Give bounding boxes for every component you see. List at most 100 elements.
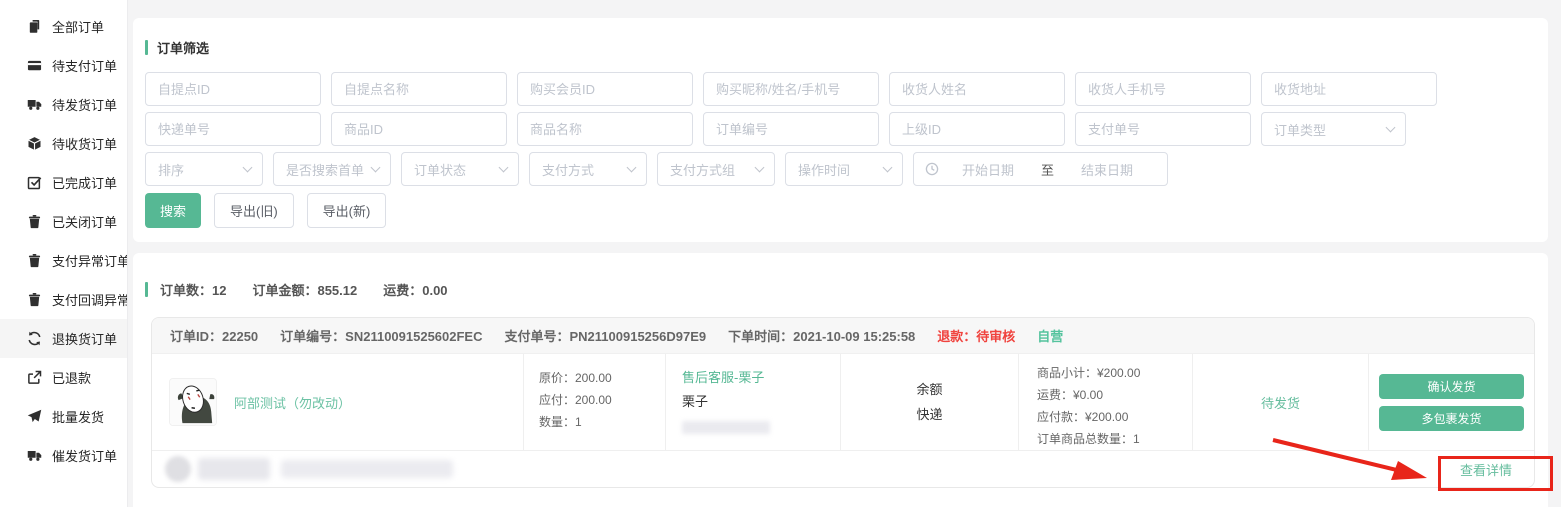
sidebar-item-label: 待发货订单 (52, 95, 117, 114)
sidebar-item-completed[interactable]: 已完成订单 (0, 163, 127, 202)
order-type-select[interactable]: 订单类型 (1261, 112, 1406, 146)
status-cell: 待发货 (1193, 354, 1369, 450)
summary-freight: 运费：0.00 (383, 280, 447, 299)
sidebar-item-all-orders[interactable]: 全部订单 (0, 7, 127, 46)
pickup-name-input[interactable] (331, 72, 507, 106)
redacted-buyer-detail (281, 460, 453, 478)
product-name-input[interactable] (517, 112, 693, 146)
check-square-icon (27, 175, 42, 190)
consignee-phone-input[interactable] (1075, 72, 1251, 106)
confirm-shipment-button[interactable]: 确认发货 (1379, 374, 1524, 399)
sidebar-item-urge-shipment[interactable]: 催发货订单 (0, 436, 127, 475)
sidebar-item-pending-shipment[interactable]: 待发货订单 (0, 85, 127, 124)
pay-method-group-select[interactable]: 支付方式组 (657, 152, 775, 186)
order-list-panel: 订单数：12 订单金额：855.12 运费：0.00 订单ID：22250 订单… (133, 253, 1548, 507)
order-status-select[interactable]: 订单状态 (401, 152, 519, 186)
sidebar-item-pending-receipt[interactable]: 待收货订单 (0, 124, 127, 163)
order-time: 下单时间：2021-10-09 15:25:58 (728, 326, 915, 345)
truck-icon (27, 448, 42, 463)
sidebar-item-label: 支付回调异常订单 (52, 290, 127, 309)
sidebar-item-refunded[interactable]: 已退款 (0, 358, 127, 397)
buyer-nickname-input[interactable] (703, 72, 879, 106)
sidebar-item-label: 支付异常订单 (52, 251, 127, 270)
order-filter-panel: 订单筛选 订单类型 排序 (133, 18, 1548, 242)
first-order-select[interactable]: 是否搜索首单 (273, 152, 391, 186)
amount-payable: 应付款：¥200.00 (1037, 406, 1192, 428)
clock-icon (925, 162, 939, 176)
product-name-link[interactable]: 阿部测试（勿改动） (234, 393, 351, 412)
operate-time-select-value: 操作时间 (798, 160, 850, 179)
filter-title-text: 订单筛选 (157, 38, 209, 57)
chevron-down-icon (755, 162, 765, 172)
green-bar (145, 40, 148, 55)
main-content: 订单筛选 订单类型 排序 (133, 0, 1548, 507)
tracking-number-input[interactable] (145, 112, 321, 146)
consignee-name-input[interactable] (889, 72, 1065, 106)
plane-icon (27, 409, 42, 424)
freight-amount: 运费：¥0.00 (1037, 384, 1192, 406)
sidebar-item-label: 退换货订单 (52, 329, 117, 348)
multi-package-shipment-button[interactable]: 多包裹发货 (1379, 406, 1524, 431)
sidebar-item-label: 已完成订单 (52, 173, 117, 192)
view-detail-link[interactable]: 查看详情 (1460, 460, 1512, 479)
sort-select[interactable]: 排序 (145, 152, 263, 186)
sidebar-item-batch-shipment[interactable]: 批量发货 (0, 397, 127, 436)
order-card-header: 订单ID：22250 订单编号：SN2110091525602FEC 支付单号：… (152, 318, 1534, 354)
green-bar (145, 282, 148, 297)
sidebar-item-label: 已关闭订单 (52, 212, 117, 231)
end-date-placeholder[interactable]: 结束日期 (1058, 160, 1156, 179)
price-cell: 原价：200.00 应付：200.00 数量：1 (524, 354, 666, 450)
total-goods-count: 订单商品总数量：1 (1037, 428, 1192, 450)
summary-order-count: 订单数：12 (160, 280, 226, 299)
chevron-down-icon (627, 162, 637, 172)
sidebar-item-payment-exception[interactable]: 支付异常订单 (0, 241, 127, 280)
original-price: 原价：200.00 (539, 367, 665, 389)
bin-icon (27, 292, 42, 307)
chevron-down-icon (371, 162, 381, 172)
export-new-button[interactable]: 导出(新) (307, 193, 387, 228)
pay-method-group-select-value: 支付方式组 (670, 160, 735, 179)
payment-method: 余额 (916, 377, 942, 402)
start-date-placeholder[interactable]: 开始日期 (939, 160, 1037, 179)
product-id-input[interactable] (331, 112, 507, 146)
operate-time-select[interactable]: 操作时间 (785, 152, 903, 186)
pickup-id-input[interactable] (145, 72, 321, 106)
order-sn-input[interactable] (703, 112, 879, 146)
order-type-select-value: 订单类型 (1274, 120, 1326, 139)
payment-cell: 余额 快递 (841, 354, 1019, 450)
order-sn: 订单编号：SN2110091525602FEC (280, 326, 482, 345)
copy-icon (27, 19, 42, 34)
order-status-select-value: 订单状态 (414, 160, 466, 179)
order-card-footer: 查看详情 (152, 450, 1534, 487)
sidebar-item-closed[interactable]: 已关闭订单 (0, 202, 127, 241)
buyer-member-id-input[interactable] (517, 72, 693, 106)
filter-row-3: 排序 是否搜索首单 订单状态 支付方式 支付方式组 操作时间 (145, 152, 1168, 186)
summary-order-amount: 订单金额：855.12 (252, 280, 357, 299)
pay-method-select[interactable]: 支付方式 (529, 152, 647, 186)
refund-status-badge: 退款：待审核 (937, 326, 1015, 345)
export-old-button[interactable]: 导出(旧) (214, 193, 294, 228)
search-button[interactable]: 搜索 (145, 193, 201, 228)
chevron-down-icon (243, 162, 253, 172)
quantity: 数量：1 (539, 411, 665, 433)
truck-icon (27, 97, 42, 112)
date-range-picker[interactable]: 开始日期 至 结束日期 (913, 152, 1168, 186)
chevron-down-icon (1386, 122, 1396, 132)
delivery-address-input[interactable] (1261, 72, 1437, 106)
sidebar-item-payment-callback-exception[interactable]: 支付回调异常订单 (0, 280, 127, 319)
sidebar-item-label: 催发货订单 (52, 446, 117, 465)
date-range-separator: 至 (1037, 160, 1058, 179)
sidebar-item-label: 全部订单 (52, 17, 104, 36)
refresh-icon (27, 331, 42, 346)
sort-select-value: 排序 (158, 160, 184, 179)
sidebar-item-returns[interactable]: 退换货订单 (0, 319, 127, 358)
filter-row-2: 订单类型 (145, 112, 1406, 146)
service-agent-link[interactable]: 售后客服-栗子 (682, 366, 840, 390)
parent-id-input[interactable] (889, 112, 1065, 146)
pay-method-select-value: 支付方式 (542, 160, 594, 179)
delivery-method: 快递 (916, 402, 942, 427)
order-id: 订单ID：22250 (170, 326, 258, 345)
filter-section-title: 订单筛选 (145, 38, 209, 57)
payment-sn-input[interactable] (1075, 112, 1251, 146)
sidebar-item-pending-payment[interactable]: 待支付订单 (0, 46, 127, 85)
